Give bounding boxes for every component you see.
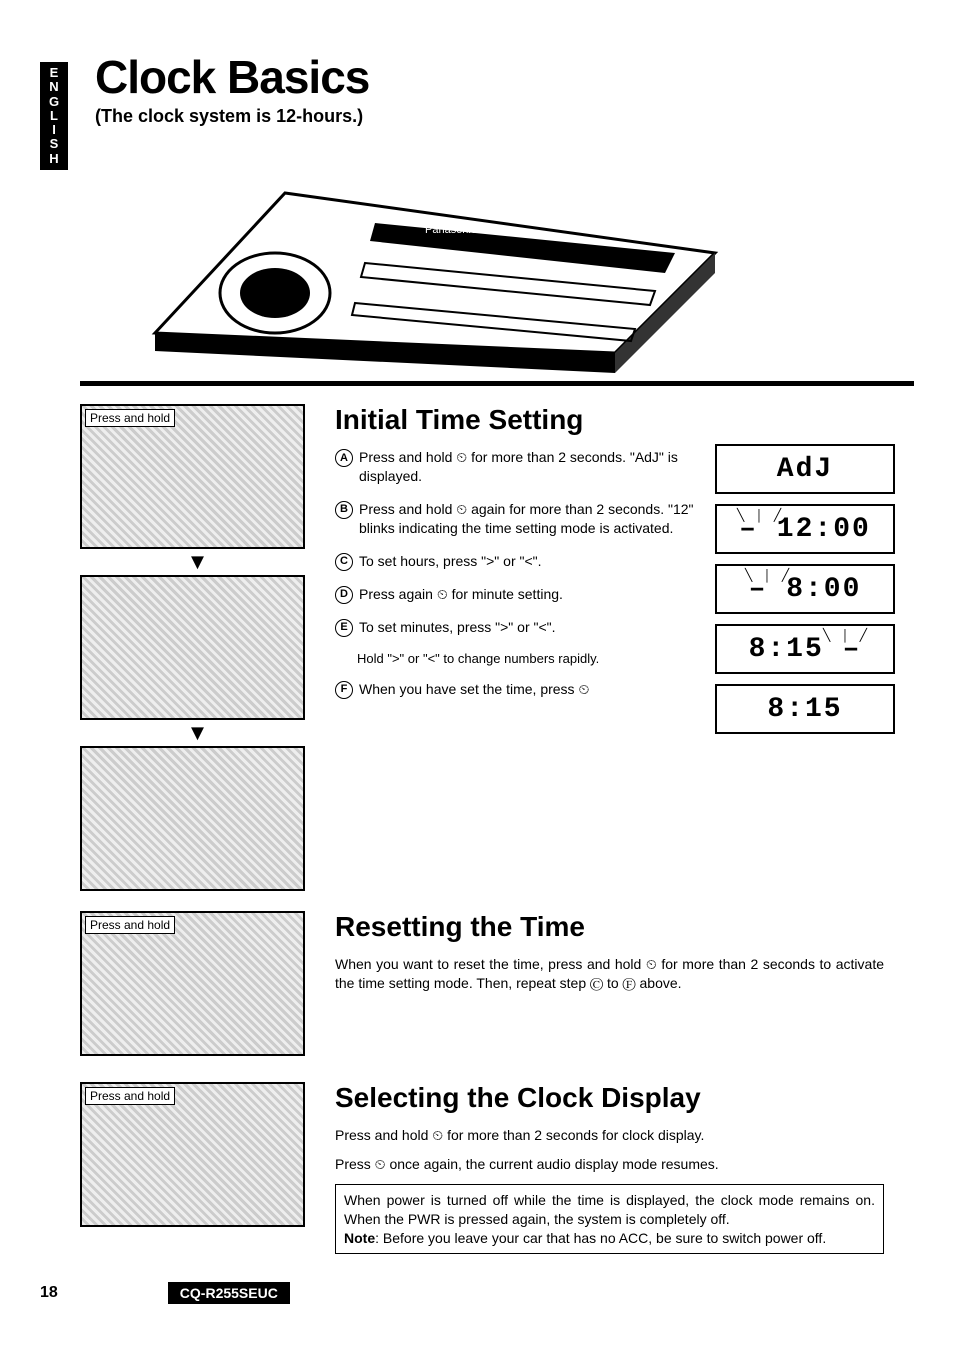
section-line: Press and hold ⏲ for more than 2 seconds… (335, 1126, 884, 1145)
step-text: When you have set the time, press ⏲ (359, 680, 589, 699)
lcd-value: 12:00 (777, 514, 871, 545)
note-tail: : Before you leave your car that has no … (375, 1230, 826, 1246)
down-arrow-icon: ▼ (80, 555, 315, 569)
note-label: Note (344, 1230, 375, 1246)
step-text: To set minutes, press ">" or "<". (359, 618, 556, 637)
lcd-display: ╲ │ ╱ 8:15 – (715, 624, 895, 674)
section-line: Press ⏲ once again, the current audio di… (335, 1155, 884, 1174)
lcd-display: ╲ │ ╱ – 8:00 (715, 564, 895, 614)
note-body: When power is turned off while the time … (344, 1192, 875, 1227)
language-tab: ENGLISH (40, 62, 68, 170)
thumb-caption: Press and hold (85, 409, 175, 427)
lcd-display: ╲ │ ╱ – 12:00 (715, 504, 895, 554)
step-item: A Press and hold ⏲ for more than 2 secon… (335, 448, 695, 486)
page-number: 18 (40, 1284, 58, 1302)
model-badge: CQ-R255SEUC (168, 1282, 290, 1304)
step-text: Press and hold ⏲ again for more than 2 s… (359, 500, 695, 538)
lcd-display: AdJ (715, 444, 895, 494)
section-body: When you want to reset the time, press a… (335, 955, 884, 993)
section-heading: Selecting the Clock Display (335, 1082, 884, 1114)
step-illustration: Press and hold (80, 1082, 305, 1227)
thumb-caption: Press and hold (85, 916, 175, 934)
step-text: To set hours, press ">" or "<". (359, 552, 542, 571)
step-item: D Press again ⏲ for minute setting. (335, 585, 695, 604)
page-subtitle: (The clock system is 12-hours.) (95, 106, 914, 127)
lcd-value: 8:15 (749, 634, 824, 665)
step-letter: D (335, 586, 353, 604)
lcd-display: 8:15 (715, 684, 895, 734)
step-item: E To set minutes, press ">" or "<". (335, 618, 695, 637)
step-letter: E (335, 619, 353, 637)
page-title: Clock Basics (95, 50, 914, 104)
step-letter: B (335, 501, 353, 519)
thumb-caption: Press and hold (85, 1087, 175, 1105)
step-text: Press again ⏲ for minute setting. (359, 585, 563, 604)
down-arrow-icon: ▼ (80, 726, 315, 740)
step-illustration (80, 746, 305, 891)
lcd-value: 8:00 (786, 574, 861, 605)
note-box: When power is turned off while the time … (335, 1184, 884, 1255)
step-text: Press and hold ⏲ for more than 2 seconds… (359, 448, 695, 486)
step-letter: F (335, 681, 353, 699)
section-heading: Initial Time Setting (335, 404, 695, 436)
hold-note: Hold ">" or "<" to change numbers rapidl… (357, 651, 695, 666)
step-letter: A (335, 449, 353, 467)
divider (80, 381, 914, 386)
step-item: F When you have set the time, press ⏲ (335, 680, 695, 699)
step-illustration: Press and hold (80, 404, 305, 549)
svg-text:Panasonic: Panasonic (425, 224, 477, 236)
step-item: B Press and hold ⏲ again for more than 2… (335, 500, 695, 538)
step-item: C To set hours, press ">" or "<". (335, 552, 695, 571)
step-letter: C (335, 553, 353, 571)
section-heading: Resetting the Time (335, 911, 884, 943)
step-illustration: Press and hold (80, 911, 305, 1056)
step-illustration (80, 575, 305, 720)
hero-illustration: Panasonic (95, 133, 735, 373)
